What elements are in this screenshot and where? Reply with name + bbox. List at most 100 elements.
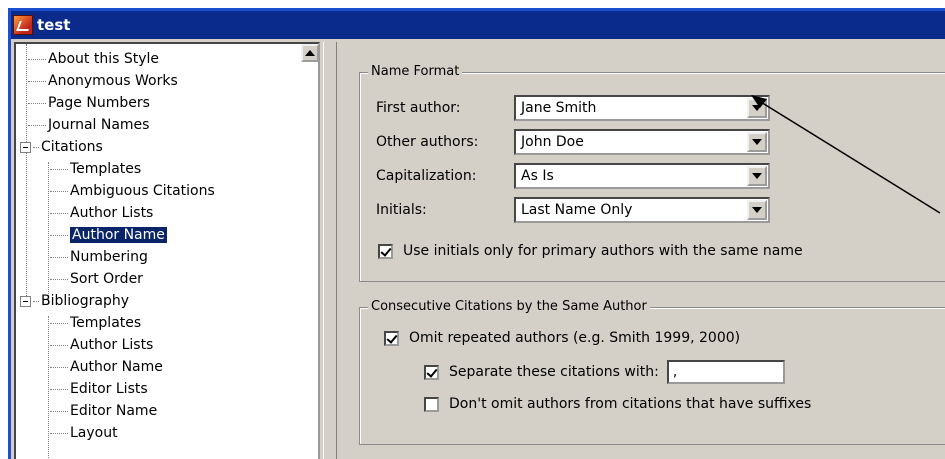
dont-omit-row[interactable]: Don't omit authors from citations that h… <box>424 396 811 412</box>
consecutive-citations-group: Consecutive Citations by the Same Author… <box>359 299 945 445</box>
tree-branch <box>50 168 68 170</box>
tree-item-label: Journal Names <box>48 117 150 133</box>
dont-omit-checkbox[interactable] <box>424 396 439 412</box>
initials-dropdown[interactable]: Last Name Only <box>514 197 770 223</box>
capitalization-dropdown[interactable]: As Is <box>514 163 770 189</box>
consecutive-citations-legend: Consecutive Citations by the Same Author <box>368 299 650 315</box>
tree-item-label: Templates <box>70 315 142 331</box>
chevron-down-icon <box>752 139 762 145</box>
tree-item-bibliography-templates[interactable]: Templates <box>20 312 215 334</box>
tree-branch <box>50 190 68 192</box>
tree-branch <box>28 124 46 126</box>
separator-input[interactable]: , <box>666 360 785 384</box>
tree-item-label: Citations <box>41 139 103 155</box>
initials-dropdown-button[interactable] <box>747 200 767 220</box>
tree-item-anonymous-works[interactable]: Anonymous Works <box>20 70 215 92</box>
capitalization-label: Capitalization: <box>376 168 477 184</box>
other-authors-dropdown[interactable]: John Doe <box>514 129 770 155</box>
tree-item-label: Anonymous Works <box>48 73 178 89</box>
tree-item-numbering[interactable]: Numbering <box>20 246 215 268</box>
capitalization-dropdown-button[interactable] <box>747 166 767 186</box>
tree-branch <box>50 212 68 214</box>
dont-omit-label: Don't omit authors from citations that h… <box>449 396 812 412</box>
tree-item-editor-lists[interactable]: Editor Lists <box>20 378 215 400</box>
pane-splitter[interactable] <box>323 42 337 459</box>
style-editor-window: test About this Style Anonymous Works Pa… <box>8 8 945 459</box>
tree-item-label: Layout <box>70 425 118 441</box>
tree-item-citations-templates[interactable]: Templates <box>20 158 215 180</box>
tree-item-label: Author Name <box>70 359 163 375</box>
tree-branch <box>50 322 68 324</box>
collapse-icon[interactable] <box>20 141 31 153</box>
tree-branch <box>28 58 46 60</box>
other-authors-dropdown-button[interactable] <box>747 132 767 152</box>
window-title: test <box>37 16 71 34</box>
tree-item-label: Numbering <box>70 249 148 265</box>
author-name-settings: Name Format First author: Jane Smith Oth… <box>337 42 945 459</box>
chevron-down-icon <box>752 207 762 213</box>
tree-item-about-this-style[interactable]: About this Style <box>20 48 215 70</box>
separate-citations-row[interactable]: Separate these citations with: , <box>424 360 785 384</box>
initials-row: Initials: Last Name Only <box>376 197 770 223</box>
tree-branch <box>50 234 68 236</box>
tree-item-page-numbers[interactable]: Page Numbers <box>20 92 215 114</box>
tree-branch <box>28 102 46 104</box>
other-authors-value: John Doe <box>521 134 584 150</box>
scroll-up-button[interactable] <box>301 44 319 62</box>
use-initials-checkbox[interactable] <box>378 243 393 259</box>
style-tree-panel: About this Style Anonymous Works Page Nu… <box>14 42 320 459</box>
initials-label: Initials: <box>376 202 427 218</box>
use-initials-label: Use initials only for primary authors wi… <box>403 243 803 259</box>
tree-branch <box>33 146 39 148</box>
tree-item-bibliography[interactable]: Bibliography <box>20 290 215 312</box>
name-format-group: Name Format First author: Jane Smith Oth… <box>359 64 945 282</box>
tree-item-citations-author-lists[interactable]: Author Lists <box>20 202 215 224</box>
separate-citations-checkbox[interactable] <box>424 364 439 380</box>
tree-item-ambiguous-citations[interactable]: Ambiguous Citations <box>20 180 215 202</box>
tree-item-label: Author Lists <box>70 205 154 221</box>
tree-branch <box>28 80 46 82</box>
chevron-down-icon <box>752 105 762 111</box>
tree-item-label: Author Lists <box>70 337 154 353</box>
scroll-up-icon <box>305 50 315 56</box>
tree-branch <box>50 388 68 390</box>
name-format-legend: Name Format <box>368 64 463 80</box>
separate-citations-label: Separate these citations with: <box>449 364 659 380</box>
capitalization-value: As Is <box>521 168 554 184</box>
tree-branch <box>33 300 39 302</box>
first-author-value: Jane Smith <box>521 100 597 116</box>
first-author-dropdown-button[interactable] <box>747 98 767 118</box>
tree-branch <box>50 366 68 368</box>
collapse-icon[interactable] <box>20 295 31 307</box>
tree-branch <box>50 256 68 258</box>
omit-repeated-checkbox[interactable] <box>384 330 399 346</box>
use-initials-row[interactable]: Use initials only for primary authors wi… <box>378 243 803 259</box>
omit-repeated-label: Omit repeated authors (e.g. Smith 1999, … <box>409 330 741 346</box>
first-author-label: First author: <box>376 100 461 116</box>
omit-repeated-row[interactable]: Omit repeated authors (e.g. Smith 1999, … <box>384 330 740 346</box>
initials-value: Last Name Only <box>521 202 633 218</box>
tree-item-bibliography-author-name[interactable]: Author Name <box>20 356 215 378</box>
tree-item-citations[interactable]: Citations <box>20 136 215 158</box>
tree-item-bibliography-author-lists[interactable]: Author Lists <box>20 334 215 356</box>
tree-item-layout[interactable]: Layout <box>20 422 215 444</box>
tree-item-label: About this Style <box>48 51 160 67</box>
chevron-down-icon <box>752 173 762 179</box>
tree-item-label: Editor Name <box>70 403 158 419</box>
first-author-row: First author: Jane Smith <box>376 95 770 121</box>
app-icon[interactable] <box>13 15 33 35</box>
tree-item-editor-name[interactable]: Editor Name <box>20 400 215 422</box>
other-authors-label: Other authors: <box>376 134 479 150</box>
title-bar[interactable]: test <box>11 11 945 39</box>
tree-item-label: Ambiguous Citations <box>70 183 215 199</box>
tree-branch <box>50 432 68 434</box>
tree-item-sort-order[interactable]: Sort Order <box>20 268 215 290</box>
first-author-dropdown[interactable]: Jane Smith <box>514 95 770 121</box>
capitalization-row: Capitalization: As Is <box>376 163 770 189</box>
tree-item-journal-names[interactable]: Journal Names <box>20 114 215 136</box>
tree-item-label: Bibliography <box>41 293 129 309</box>
tree-branch <box>50 278 68 280</box>
tree-item-citations-author-name[interactable]: Author Name <box>20 224 215 246</box>
tree-item-label: Page Numbers <box>48 95 150 111</box>
tree-item-label-selected: Author Name <box>70 227 167 243</box>
